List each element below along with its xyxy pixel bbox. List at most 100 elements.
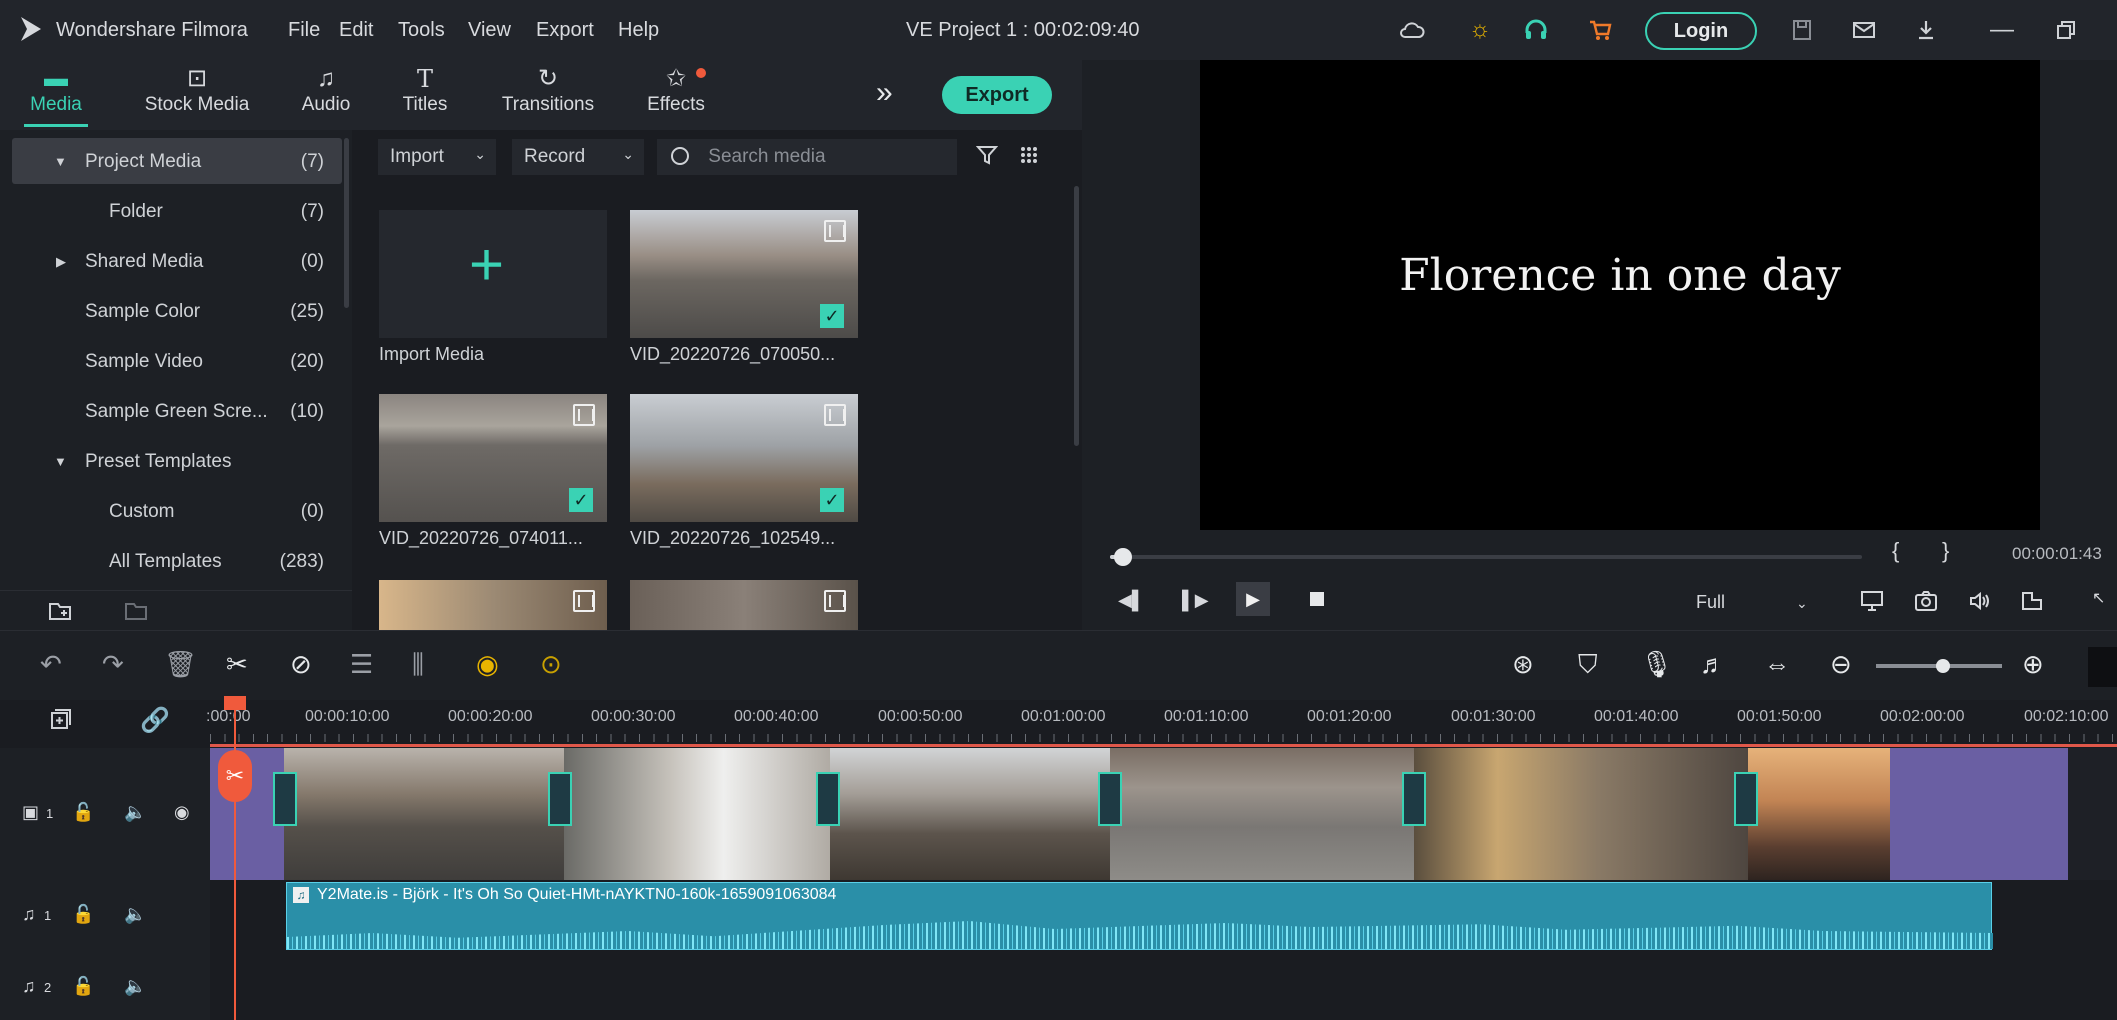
- minimize-icon[interactable]: —: [1986, 14, 2018, 46]
- mail-icon[interactable]: [1848, 14, 1880, 46]
- video-clip[interactable]: [1748, 748, 1890, 880]
- sidebar-item-preset-templates[interactable]: ▼ Preset Templates: [12, 438, 342, 484]
- sidebar-item-folder[interactable]: Folder (7): [12, 188, 342, 234]
- cart-icon[interactable]: [1584, 14, 1616, 46]
- redo-icon[interactable]: ↷: [102, 649, 124, 680]
- import-media-tile[interactable]: +: [379, 210, 607, 338]
- transition-marker[interactable]: [548, 772, 572, 826]
- grid-view-icon[interactable]: [1020, 146, 1038, 170]
- media-clip-thumbnail[interactable]: [379, 580, 607, 630]
- tab-titles[interactable]: T Titles: [390, 64, 460, 126]
- speed-icon[interactable]: ⊙: [540, 649, 562, 680]
- playback-scrubber[interactable]: [1110, 548, 1862, 566]
- menu-export[interactable]: Export: [536, 19, 594, 42]
- undo-icon[interactable]: ↶: [40, 649, 62, 680]
- save-icon[interactable]: [1786, 14, 1818, 46]
- add-track-icon[interactable]: [50, 708, 72, 736]
- media-clip-thumbnail[interactable]: ✓: [630, 394, 858, 522]
- audio-mixer-icon[interactable]: ⫼: [412, 649, 424, 681]
- zoom-slider-handle[interactable]: [1936, 659, 1950, 673]
- zoom-slider[interactable]: [1876, 659, 2002, 673]
- scissors-icon[interactable]: ✂: [226, 649, 248, 680]
- export-button[interactable]: Export: [942, 76, 1052, 114]
- snapshot-icon[interactable]: [1914, 590, 1938, 618]
- menu-view[interactable]: View: [468, 19, 511, 42]
- video-clip[interactable]: [1110, 748, 1414, 880]
- folder-icon[interactable]: [124, 601, 150, 627]
- fit-timeline-icon[interactable]: ⇔: [1764, 649, 1790, 680]
- filter-icon[interactable]: [975, 144, 999, 172]
- sidebar-item-custom[interactable]: Custom (0): [12, 488, 342, 534]
- display-icon[interactable]: [1860, 590, 1884, 618]
- bulb-icon[interactable]: ☼: [1464, 14, 1496, 46]
- sidebar-item-sample-color[interactable]: Sample Color (25): [12, 288, 342, 334]
- previous-frame-icon[interactable]: ◀▌: [1118, 590, 1145, 611]
- fullscreen-icon[interactable]: [2020, 590, 2044, 618]
- video-title-clip[interactable]: [1890, 748, 2068, 880]
- tab-effects[interactable]: ✩ Effects: [636, 64, 716, 126]
- lock-icon[interactable]: 🔓: [72, 904, 94, 925]
- zoom-out-icon[interactable]: ⊖: [1830, 649, 1852, 680]
- menu-edit[interactable]: Edit: [339, 19, 373, 42]
- marker-icon[interactable]: ⛉: [1578, 649, 1598, 681]
- video-clip[interactable]: [1414, 748, 1748, 880]
- transition-marker[interactable]: [1402, 772, 1426, 826]
- mark-out-button[interactable]: }: [1942, 538, 1949, 564]
- media-clip-thumbnail[interactable]: [630, 580, 858, 630]
- playhead-handle[interactable]: [224, 696, 246, 710]
- timeline-settings-button[interactable]: [2088, 647, 2117, 687]
- preview-viewer[interactable]: Florence in one day: [1200, 60, 2040, 530]
- play-button[interactable]: ▶: [1236, 582, 1270, 616]
- expand-arrow-icon[interactable]: ▶: [56, 254, 66, 270]
- more-tabs-button[interactable]: »: [876, 76, 893, 110]
- sidebar-item-sample-green-screen[interactable]: Sample Green Scre... (10): [12, 388, 342, 434]
- sidebar-scrollbar[interactable]: [344, 138, 349, 308]
- adjust-icon[interactable]: ☰: [350, 649, 373, 680]
- transition-marker[interactable]: [816, 772, 840, 826]
- tab-media[interactable]: ▬ Media: [16, 64, 96, 127]
- search-media-input[interactable]: Search media: [657, 139, 957, 175]
- lock-icon[interactable]: 🔓: [72, 976, 94, 997]
- record-dropdown[interactable]: Record ⌄: [512, 139, 644, 175]
- audio-list-icon[interactable]: ♬: [1700, 649, 1726, 680]
- stop-icon[interactable]: [1310, 592, 1324, 606]
- transition-marker[interactable]: [1098, 772, 1122, 826]
- microphone-icon[interactable]: 🎙: [1640, 649, 1673, 680]
- sidebar-item-project-media[interactable]: ▼ Project Media (7): [12, 138, 342, 184]
- mark-in-button[interactable]: {: [1892, 538, 1899, 564]
- download-icon[interactable]: [1910, 14, 1942, 46]
- lock-icon[interactable]: 🔓: [72, 802, 94, 823]
- media-clip-thumbnail[interactable]: ✓: [379, 394, 607, 522]
- speaker-icon[interactable]: 🔈: [124, 904, 146, 925]
- expand-corner-icon[interactable]: ↖: [2092, 588, 2105, 608]
- import-dropdown[interactable]: Import ⌄: [378, 139, 496, 175]
- speaker-icon[interactable]: 🔈: [124, 802, 146, 823]
- playhead-scissors-icon[interactable]: ✂: [218, 750, 252, 802]
- scrubber-handle[interactable]: [1113, 548, 1132, 566]
- speaker-icon[interactable]: 🔈: [124, 976, 146, 997]
- delete-icon[interactable]: 🗑: [164, 649, 197, 680]
- transition-marker[interactable]: [1734, 772, 1758, 826]
- audio-clip[interactable]: ♫ Y2Mate.is - Björk - It's Oh So Quiet-H…: [286, 882, 1993, 950]
- quality-dropdown[interactable]: Full ⌄: [1696, 592, 1808, 613]
- tab-stock-media[interactable]: ⊡ Stock Media: [132, 64, 262, 126]
- zoom-in-icon[interactable]: ⊕: [2022, 649, 2044, 680]
- sidebar-item-all-templates[interactable]: All Templates (283): [12, 538, 342, 584]
- volume-icon[interactable]: [1968, 590, 1992, 618]
- timeline-ruler[interactable]: 🔗 :00:00 00:00:10:00 00:00:20:00 00:00:3…: [0, 700, 2117, 748]
- restore-icon[interactable]: [2050, 14, 2082, 46]
- cloud-icon[interactable]: [1396, 14, 1428, 46]
- transition-marker[interactable]: [273, 772, 297, 826]
- media-scrollbar[interactable]: [1074, 186, 1079, 446]
- tab-transitions[interactable]: ↻ Transitions: [494, 64, 602, 126]
- login-button[interactable]: Login: [1645, 12, 1757, 50]
- link-icon[interactable]: 🔗: [140, 706, 170, 735]
- crop-icon[interactable]: ⊘: [290, 649, 312, 680]
- new-folder-icon[interactable]: [48, 601, 74, 627]
- next-frame-icon[interactable]: ▌▶: [1182, 590, 1209, 611]
- video-clip[interactable]: [830, 748, 1110, 880]
- audio-stretch-icon[interactable]: ◉: [476, 649, 499, 680]
- expand-arrow-icon[interactable]: ▼: [54, 154, 67, 169]
- video-clip[interactable]: [564, 748, 830, 880]
- video-clip[interactable]: [284, 748, 564, 880]
